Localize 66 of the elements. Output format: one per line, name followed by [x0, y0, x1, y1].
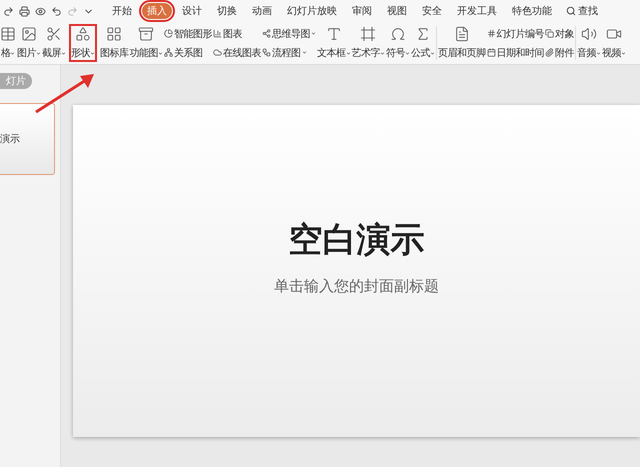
grid-icon	[106, 26, 122, 42]
ribbon-button[interactable]: 关系图	[164, 46, 212, 60]
ribbon-button[interactable]: 对象	[545, 26, 574, 40]
menu-tab[interactable]: 开始	[107, 3, 137, 19]
preview-icon[interactable]	[35, 6, 46, 16]
omega-icon	[390, 26, 406, 42]
calendar-icon	[486, 48, 496, 57]
ribbon-button[interactable]: 格	[0, 26, 16, 60]
ribbon-button[interactable]: 图片	[17, 26, 41, 60]
ribbon-button[interactable]: 音频	[577, 26, 601, 60]
mind-map-icon	[262, 29, 271, 38]
speaker-icon	[581, 26, 597, 42]
ribbon-button[interactable]: 页眉和页脚	[438, 26, 486, 60]
hash-icon	[486, 29, 496, 38]
slide-canvas[interactable]: 空白演示 单击输入您的封面副标题	[73, 105, 640, 437]
menu-tab[interactable]: 审阅	[347, 3, 377, 19]
menu-tab[interactable]: 视图	[382, 3, 412, 19]
menu-tab[interactable]: 动画	[247, 3, 277, 19]
ribbon-button[interactable]: 形状	[71, 26, 95, 60]
ribbon-button[interactable]: 截屏	[42, 26, 66, 60]
ribbon-button[interactable]: 思维导图	[262, 26, 316, 40]
search-icon	[566, 6, 576, 16]
bar-chart-icon	[213, 29, 222, 38]
print-icon[interactable]	[19, 6, 30, 16]
ribbon-button[interactable]: 视频	[602, 26, 626, 60]
image-icon	[21, 26, 37, 42]
menu-tab[interactable]: 开发工具	[452, 3, 502, 19]
table-icon	[0, 26, 16, 42]
ribbon-button[interactable]: 图表	[213, 26, 261, 40]
ribbon-button[interactable]: 智能图形	[164, 26, 212, 40]
scissors-icon	[46, 26, 62, 42]
ribbon-button[interactable]: 文本框	[317, 26, 350, 60]
flowchart-icon	[262, 48, 271, 57]
search-button[interactable]: 查找	[566, 4, 598, 18]
hierarchy-icon	[164, 48, 173, 57]
ribbon-button[interactable]: 符号	[386, 26, 410, 60]
redo-icon[interactable]	[3, 6, 14, 16]
ribbon-button[interactable]: 幻灯片编号	[486, 26, 544, 40]
page-icon	[454, 26, 470, 42]
menu-tab[interactable]: 幻灯片放映	[282, 3, 342, 19]
ribbon-button[interactable]: 流程图	[262, 46, 316, 60]
arrow-drawing	[35, 74, 94, 114]
menu-tab[interactable]: 安全	[417, 3, 447, 19]
text-box-icon	[326, 26, 342, 42]
ribbon-button[interactable]: 图标库	[100, 26, 128, 60]
frame-icon	[360, 26, 376, 42]
menu-tab[interactable]: 特色功能	[507, 3, 557, 19]
pie-chart-icon	[164, 29, 173, 38]
slide-thumbnail[interactable]: 演示	[0, 103, 55, 175]
ribbon-button[interactable]: 公式	[411, 26, 435, 60]
cloud-icon	[213, 48, 222, 57]
undo-icon[interactable]	[51, 6, 62, 16]
copy-icon	[545, 29, 554, 38]
slide-subtitle: 单击输入您的封面副标题	[274, 276, 439, 296]
thumbnail-title: 演示	[0, 132, 20, 146]
ribbon-button[interactable]: 艺术字	[352, 26, 385, 60]
shapes-icon	[75, 26, 91, 42]
ribbon-button[interactable]: 日期和时间	[486, 46, 544, 60]
paperclip-icon	[545, 48, 554, 57]
menu-tab[interactable]: 设计	[177, 3, 207, 19]
ribbon-button[interactable]: 附件	[545, 46, 574, 60]
menu-tab[interactable]: 切换	[212, 3, 242, 19]
ribbon-button[interactable]: 在线图表	[213, 46, 261, 60]
box-icon	[138, 26, 154, 42]
slide-title: 空白演示	[288, 218, 424, 262]
ribbon-button[interactable]: 功能图	[130, 26, 163, 60]
